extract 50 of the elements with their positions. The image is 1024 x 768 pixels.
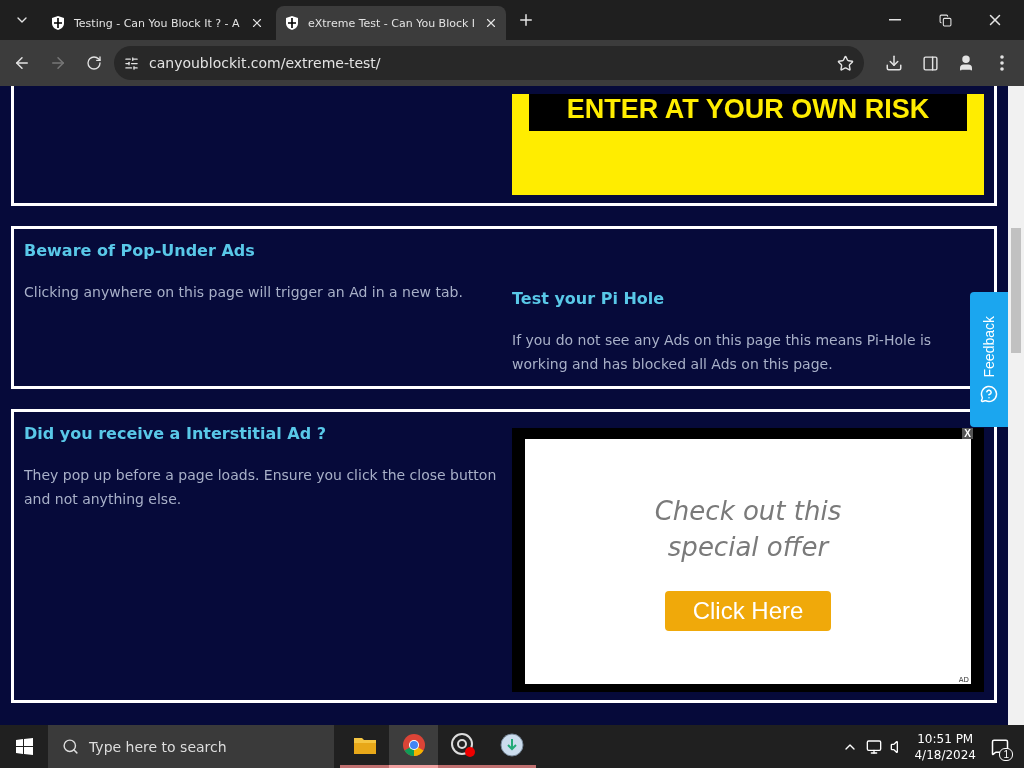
restore-icon [938, 13, 952, 27]
search-icon [62, 738, 79, 755]
browser-tab[interactable]: eXtreme Test - Can You Block I [276, 6, 506, 40]
globe-icon [499, 733, 524, 757]
browser-tab[interactable]: Testing - Can You Block It ? - A [42, 6, 272, 40]
shield-icon [50, 15, 66, 31]
download-icon [885, 54, 903, 72]
clock-time: 10:51 PM [917, 730, 974, 747]
shield-icon [284, 15, 300, 31]
side-panel-icon [921, 54, 939, 72]
plus-icon [517, 11, 535, 29]
section-title: Did you receive a Interstitial Ad ? [24, 424, 327, 443]
tab-title: eXtreme Test - Can You Block I [308, 16, 476, 30]
section-title: Beware of Pop-Under Ads [24, 241, 256, 260]
tab-title: Testing - Can You Block It ? - A [74, 16, 241, 30]
notification-icon [991, 737, 1009, 756]
search-placeholder: Type here to search [89, 738, 227, 755]
bookmark-star-icon[interactable] [837, 54, 854, 72]
menu-icon [1000, 55, 1004, 71]
person-icon [957, 54, 975, 72]
close-icon[interactable] [484, 16, 498, 30]
ad-headline: Check out this special offer [653, 494, 843, 564]
reload-icon [86, 55, 102, 71]
notification-count: 1 [999, 747, 1013, 761]
banner-text: ENTER AT YOUR OWN RISK [529, 94, 967, 131]
section-text: They pop up before a page loads. Ensure you click the close button and not anything else. [24, 466, 498, 509]
close-icon[interactable] [250, 16, 264, 30]
chrome-icon [401, 733, 426, 757]
clock-date: 4/18/2024 [914, 746, 976, 763]
windows-icon [15, 738, 33, 755]
section-title: Test your Pi Hole [512, 289, 666, 308]
taskbar-search-field[interactable]: Type here to search [48, 725, 334, 768]
scrollbar-thumb[interactable] [1011, 228, 1021, 353]
obs-icon [449, 732, 476, 758]
site-settings-icon[interactable] [124, 55, 139, 71]
section-text: Clicking anywhere on this page will trigger an Ad in a new tab. [24, 283, 464, 302]
folder-icon [352, 735, 377, 755]
notifications-button[interactable]: 1 [984, 730, 1016, 763]
network-icon[interactable] [866, 738, 883, 755]
ad-close-button[interactable]: X [962, 428, 973, 439]
feedback-icon [980, 385, 998, 404]
section-text: If you do not see any Ads on this page this means Pi-Hole is working and has blocked all Ads on this page. [512, 331, 933, 374]
forward-arrow-icon [49, 54, 67, 72]
url-text: canyoublockit.com/extreme-test/ [149, 55, 382, 71]
taskbar-app[interactable] [389, 725, 438, 768]
address-bar[interactable]: canyoublockit.com/extreme-test/ [114, 46, 864, 80]
scrollbar[interactable] [1008, 86, 1024, 725]
minimize-icon [889, 19, 901, 21]
clock[interactable]: 10:51 PM 4/18/2024 [914, 730, 976, 763]
feedback-label: Feedback [981, 315, 997, 378]
